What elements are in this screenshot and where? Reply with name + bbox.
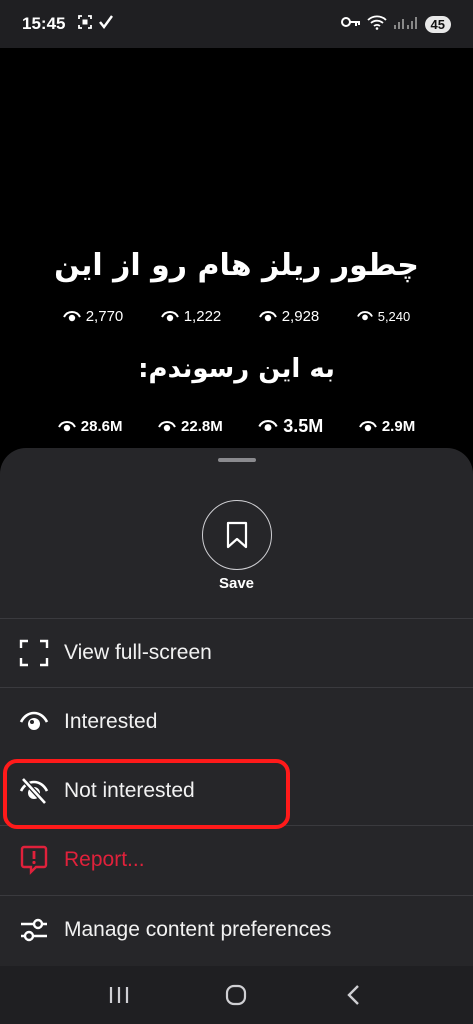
menu-item-not-interested[interactable]: Not interested [0, 757, 473, 825]
screenshot-icon [77, 14, 93, 35]
stats-before-row: 2,770 1,222 2,928 5,240 [0, 308, 473, 325]
drag-handle[interactable] [218, 458, 256, 462]
eye-icon [57, 420, 76, 431]
fullscreen-icon [18, 637, 50, 669]
view-count: 2,928 [281, 308, 320, 325]
menu-item-label: Report... [64, 848, 145, 871]
view-count: 22.8M [181, 418, 223, 435]
video-caption-line-2: به این رسوندم: [138, 354, 335, 384]
eye-icon [158, 420, 176, 431]
menu-item-label: Not interested [64, 779, 195, 802]
battery-indicator: 45 [424, 15, 451, 33]
back-icon [347, 985, 359, 1005]
eye-icon [18, 706, 50, 738]
home-icon [226, 984, 247, 1006]
eye-icon [358, 420, 377, 431]
home-button[interactable] [216, 975, 256, 1015]
view-stat: 3.5M [258, 416, 323, 437]
bookmark-icon [226, 521, 248, 549]
menu-item-interested[interactable]: Interested [0, 688, 473, 756]
sliders-icon [18, 914, 50, 946]
key-icon [340, 15, 361, 33]
menu-item-view-full-screen[interactable]: View full-screen [0, 619, 473, 687]
menu-item-label: Manage content preferences [64, 918, 332, 941]
eye-off-icon [18, 775, 50, 807]
view-stat: 2,770 [62, 308, 124, 325]
status-time: 15:45 [22, 14, 66, 33]
check-icon [99, 14, 114, 35]
back-button[interactable] [334, 975, 374, 1015]
view-count: 3.5M [283, 416, 324, 436]
view-stat: 2.9M [358, 416, 416, 437]
view-stat: 2,928 [258, 308, 320, 325]
view-stat: 22.8M [158, 416, 223, 437]
view-stat: 28.6M [57, 416, 123, 437]
view-stat: 5,240 [356, 308, 411, 325]
eye-icon [258, 420, 278, 432]
stats-after-row: 28.6M 22.8M 3.5M 2.9M [0, 416, 473, 437]
eye-icon [356, 311, 373, 321]
status-bar: 15:45 45 [0, 0, 473, 48]
video-caption-line-1: چطور ریلز هام رو از این [54, 248, 419, 283]
system-nav-bar [0, 966, 473, 1024]
view-count: 1,222 [183, 308, 222, 325]
options-bottom-sheet: Save View full-screen Interested Not int… [0, 448, 473, 966]
recent-apps-button[interactable] [99, 975, 139, 1015]
status-left-icons [77, 14, 114, 35]
signal-icon [393, 15, 419, 34]
recent-apps-icon [109, 987, 128, 1003]
save-label: Save [218, 575, 255, 592]
report-icon [18, 844, 50, 876]
view-count: 2.9M [381, 418, 416, 435]
menu-item-label: Interested [64, 710, 158, 733]
view-count: 28.6M [80, 418, 123, 435]
eye-icon [258, 310, 277, 321]
eye-icon [62, 310, 81, 321]
eye-icon [160, 310, 179, 321]
menu-item-label: View full-screen [64, 641, 212, 664]
view-count: 2,770 [85, 308, 124, 325]
wifi-icon [366, 14, 387, 35]
view-count: 5,240 [377, 309, 411, 324]
menu-item-manage-content-preferences[interactable]: Manage content preferences [0, 896, 473, 964]
save-button[interactable] [202, 500, 272, 570]
menu-item-report[interactable]: Report... [0, 826, 473, 894]
view-stat: 1,222 [160, 308, 222, 325]
status-right: 45 [340, 14, 451, 35]
reel-video[interactable]: چطور ریلز هام رو از این 2,770 1,222 2,92… [0, 48, 473, 448]
